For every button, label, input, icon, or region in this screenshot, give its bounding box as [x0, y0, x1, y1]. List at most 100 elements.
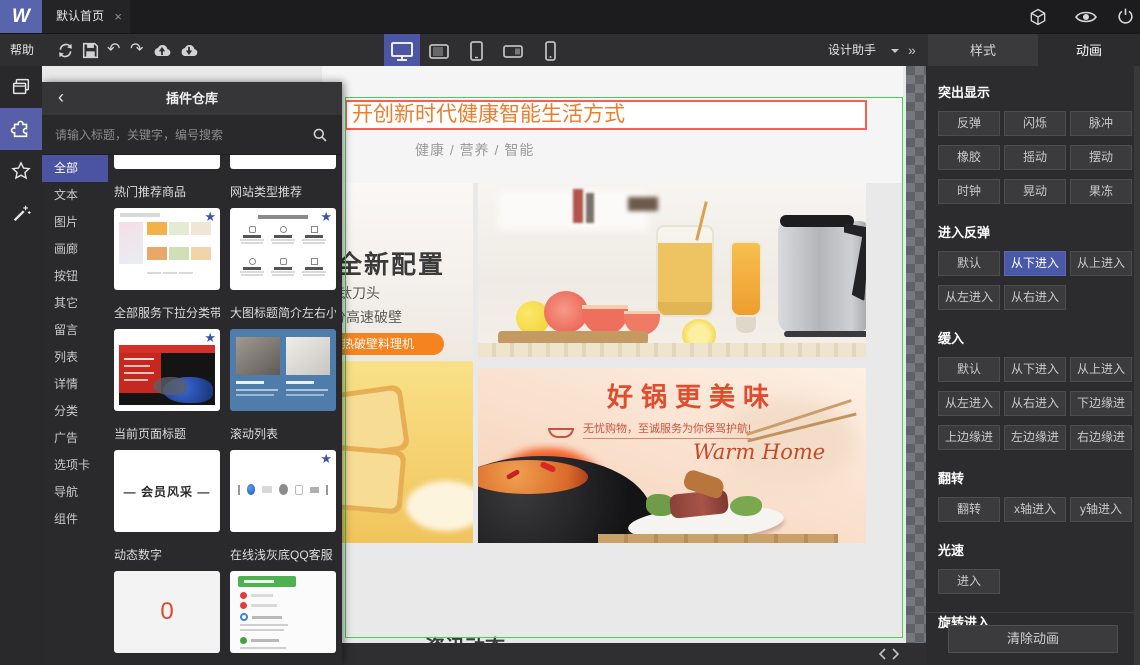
plugin-card-partial[interactable]	[230, 155, 336, 169]
anim-button[interactable]: 从下进入	[1004, 357, 1066, 382]
code-view-icon[interactable]	[878, 647, 900, 661]
device-tablet-landscape-button[interactable]	[421, 34, 457, 67]
plugin-card-hot-products[interactable]: ★	[114, 208, 220, 290]
plugin-card-qq-service[interactable]	[230, 571, 336, 653]
anim-button[interactable]: 从上进入	[1070, 357, 1132, 382]
device-phone-landscape-button[interactable]	[495, 34, 531, 67]
news-section-title[interactable]: 资讯动态	[425, 631, 505, 643]
favorite-star-icon[interactable]: ★	[320, 451, 332, 467]
anim-button[interactable]: 默认	[938, 357, 1000, 382]
category-item[interactable]: 选项卡	[42, 452, 108, 479]
anim-button-selected[interactable]: 从下进入	[1004, 251, 1066, 276]
design-assistant-menu[interactable]: 设计助手	[828, 34, 876, 67]
help-button[interactable]: 帮助	[10, 34, 34, 67]
anim-button[interactable]: 摇动	[1004, 145, 1066, 170]
section-heading: 光速	[938, 543, 965, 558]
anim-button[interactable]: 反弹	[938, 111, 1000, 136]
clear-animation-button[interactable]: 清除动画	[948, 625, 1118, 653]
sidebar-pages-icon[interactable]	[0, 66, 42, 108]
anim-button[interactable]: 翻转	[938, 497, 1000, 522]
sidebar-plugins-icon[interactable]	[0, 108, 42, 150]
sidebar-tools-icon[interactable]	[0, 192, 42, 234]
anim-button[interactable]: 闪烁	[1004, 111, 1066, 136]
plugin-card-scroll-list[interactable]: ★	[230, 450, 336, 532]
anim-button[interactable]: 下边缘进	[1070, 391, 1132, 416]
cloud-download-icon[interactable]	[179, 42, 199, 59]
anim-button[interactable]: 右边缘进	[1070, 425, 1132, 450]
kettle-photo[interactable]	[478, 183, 866, 357]
undo-icon[interactable]: ↶	[107, 41, 120, 58]
anim-button[interactable]: 脉冲	[1070, 111, 1132, 136]
plugin-card-site-types[interactable]: ★	[230, 208, 336, 290]
components-cube-icon[interactable]	[1028, 7, 1048, 27]
anim-button[interactable]: 晃动	[1004, 179, 1066, 204]
tab-animation[interactable]: 动画	[1038, 34, 1140, 67]
wood-table	[598, 534, 838, 543]
collapse-chevron[interactable]: »	[908, 34, 916, 67]
anim-button[interactable]: 从上进入	[1070, 251, 1132, 276]
anim-button[interactable]: x轴进入	[1004, 497, 1066, 522]
toast-photo[interactable]	[322, 361, 473, 543]
anim-button[interactable]: 果冻	[1070, 179, 1132, 204]
canvas-scrollbar[interactable]	[906, 66, 926, 643]
preview-eye-icon[interactable]	[1074, 9, 1098, 25]
category-item[interactable]: 文本	[42, 182, 108, 209]
hero-subtitle[interactable]: 健康 / 营养 / 智能	[415, 140, 534, 160]
panel-header: ‹ 插件仓库	[42, 82, 342, 115]
plugin-card-dropdown-nav[interactable]: ★	[114, 329, 220, 411]
favorite-star-icon[interactable]: ★	[204, 209, 216, 225]
plugin-card-counter[interactable]: 0	[114, 571, 220, 653]
power-exit-icon[interactable]	[1116, 7, 1135, 26]
anim-button[interactable]: 摆动	[1070, 145, 1132, 170]
lettuce	[730, 496, 762, 516]
promo-headline: 全新配置	[337, 251, 446, 279]
panel-scrollbar[interactable]	[1134, 66, 1140, 665]
cloud-upload-icon[interactable]	[152, 42, 172, 59]
device-phone-portrait-button[interactable]	[532, 34, 568, 67]
page-tab[interactable]: 默认首页 ×	[42, 0, 130, 33]
favorite-star-icon[interactable]: ★	[204, 330, 216, 346]
anim-button[interactable]: y轴进入	[1070, 497, 1132, 522]
anim-button[interactable]: 从右进入	[1004, 391, 1066, 416]
sidebar-favorites-icon[interactable]	[0, 150, 42, 192]
category-item[interactable]: 导航	[42, 479, 108, 506]
anim-button[interactable]: 橡胶	[938, 145, 1000, 170]
anim-button[interactable]: 上边缘进	[938, 425, 1000, 450]
category-item[interactable]: 画廊	[42, 236, 108, 263]
redo-icon[interactable]: ↷	[130, 41, 143, 58]
category-item[interactable]: 广告	[42, 425, 108, 452]
anim-button[interactable]: 时钟	[938, 179, 1000, 204]
category-item[interactable]: 全部	[42, 155, 108, 182]
plugin-card-page-title[interactable]: — 会员风采 —	[114, 450, 220, 532]
refresh-icon[interactable]	[57, 42, 74, 59]
category-item[interactable]: 组件	[42, 506, 108, 533]
app-logo[interactable]: W	[0, 0, 42, 33]
wok-banner[interactable]: 好锅更美味 无忧购物，至诚服务为你保驾护航! Warm Home	[478, 368, 866, 543]
search-icon[interactable]	[312, 127, 328, 143]
hero-title-element[interactable]: 开创新时代健康智能生活方式	[345, 100, 867, 130]
anim-button[interactable]: 默认	[938, 251, 1000, 276]
anim-button[interactable]: 从右进入	[1004, 285, 1066, 310]
category-item[interactable]: 其它	[42, 290, 108, 317]
anim-button[interactable]: 左边缘进	[1004, 425, 1066, 450]
tab-close-icon[interactable]: ×	[114, 0, 122, 33]
category-item[interactable]: 按钮	[42, 263, 108, 290]
search-input[interactable]	[42, 115, 304, 155]
kettle-body	[778, 221, 866, 333]
anim-button[interactable]: 进入	[938, 569, 1000, 594]
plugin-card-partial[interactable]	[114, 155, 220, 169]
promo-banner[interactable]: 全新配置 钛刀头 分高速破壁 热破壁料理机	[322, 183, 473, 357]
category-item[interactable]: 分类	[42, 398, 108, 425]
device-desktop-button[interactable]	[384, 34, 420, 67]
category-item[interactable]: 列表	[42, 344, 108, 371]
anim-button[interactable]: 从左进入	[938, 391, 1000, 416]
plugin-card-big-image-slider[interactable]	[230, 329, 336, 411]
category-item[interactable]: 留言	[42, 317, 108, 344]
tab-style[interactable]: 样式	[928, 34, 1038, 67]
anim-button[interactable]: 从左进入	[938, 285, 1000, 310]
device-tablet-portrait-button[interactable]	[458, 34, 494, 67]
save-icon[interactable]	[82, 42, 99, 59]
favorite-star-icon[interactable]: ★	[320, 209, 332, 225]
category-item[interactable]: 图片	[42, 209, 108, 236]
category-item[interactable]: 详情	[42, 371, 108, 398]
